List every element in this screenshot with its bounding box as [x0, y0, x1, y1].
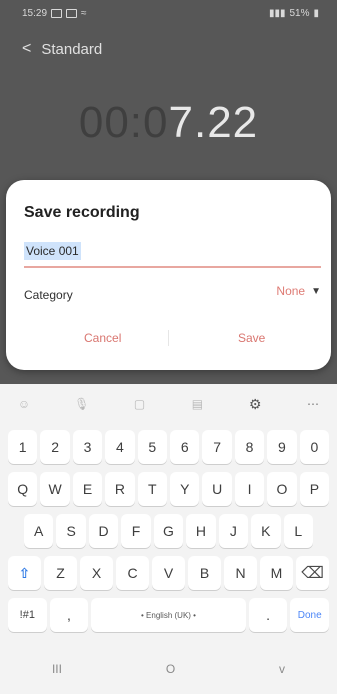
key-w[interactable]: W	[40, 472, 70, 506]
key-k[interactable]: K	[251, 514, 281, 548]
card-icon	[66, 9, 78, 18]
symbols-key[interactable]: !#1	[8, 598, 47, 632]
key-j[interactable]: J	[218, 514, 249, 548]
battery-icon: ▮	[313, 8, 319, 19]
key-5[interactable]: 5	[137, 430, 168, 464]
page-title: Standard	[41, 40, 103, 58]
keyboard-toolbar: ☺ 🎙 ▢ ▤ ⚙ ⋯	[0, 384, 337, 424]
app-header: < Standard	[22, 40, 102, 58]
status-bar: 15:29 ≈ ▮▮▮ 51% ▮	[0, 0, 337, 24]
recording-name-field[interactable]: Voice 001	[24, 238, 321, 268]
key-7[interactable]: 7	[202, 430, 232, 464]
recording-name-text: Voice 001	[24, 242, 81, 260]
comma-key[interactable]: ,	[49, 598, 89, 632]
emoji-icon[interactable]: ☺	[10, 390, 38, 418]
shift-key[interactable]: ⇧	[8, 556, 41, 590]
back-button[interactable]: <	[22, 40, 31, 58]
back-nav-button[interactable]: v	[279, 662, 285, 676]
recents-button[interactable]: III	[52, 662, 62, 676]
key-q[interactable]: Q	[8, 472, 38, 506]
key-o[interactable]: O	[267, 472, 297, 506]
done-key[interactable]: Done	[290, 598, 329, 632]
gear-icon[interactable]: ⚙	[241, 390, 269, 418]
more-icon[interactable]: ⋯	[299, 390, 327, 418]
key-u[interactable]: U	[202, 472, 232, 506]
key-v[interactable]: V	[152, 556, 185, 590]
key-g[interactable]: G	[153, 514, 184, 548]
system-nav-bar: III O v	[0, 644, 337, 694]
category-label: Category	[24, 288, 73, 302]
notification-icon: ≈	[81, 8, 87, 19]
status-left: 15:29 ≈	[22, 8, 87, 19]
key-h[interactable]: H	[186, 514, 216, 548]
key-b[interactable]: B	[188, 556, 221, 590]
key-3[interactable]: 3	[72, 430, 103, 464]
status-time: 15:29	[22, 8, 48, 19]
timer-display: 00:07.22	[0, 98, 337, 148]
home-button[interactable]: O	[166, 662, 175, 676]
backspace-icon: ⌫	[301, 565, 324, 582]
screen: 15:29 ≈ ▮▮▮ 51% ▮ < Standard 00:07.22 Sa…	[0, 0, 337, 694]
battery-text: 51%	[289, 8, 310, 19]
key-i[interactable]: I	[234, 472, 265, 506]
sticker-icon[interactable]: ▢	[126, 390, 154, 418]
period-key[interactable]: .	[248, 598, 288, 632]
cancel-button[interactable]: Cancel	[78, 330, 127, 346]
key-p[interactable]: P	[299, 472, 330, 506]
key-f[interactable]: F	[121, 514, 151, 548]
backspace-key[interactable]: ⌫	[296, 556, 329, 590]
voice-icon[interactable]: 🎙	[68, 390, 96, 418]
key-0[interactable]: 0	[299, 430, 330, 464]
key-m[interactable]: M	[260, 556, 293, 590]
key-d[interactable]: D	[88, 514, 119, 548]
key-l[interactable]: L	[283, 514, 313, 548]
clipboard-icon[interactable]: ▤	[183, 390, 211, 418]
key-t[interactable]: T	[137, 472, 168, 506]
asdf-row: A S D F G H J K L	[24, 514, 313, 548]
key-2[interactable]: 2	[40, 430, 70, 464]
key-x[interactable]: X	[80, 556, 113, 590]
save-button[interactable]: Save	[232, 330, 271, 346]
chevron-down-icon: ▼	[311, 285, 321, 297]
key-r[interactable]: R	[105, 472, 135, 506]
category-dropdown[interactable]: None ▼	[276, 284, 321, 298]
status-right: ▮▮▮ 51% ▮	[269, 8, 319, 19]
key-6[interactable]: 6	[170, 430, 200, 464]
key-z[interactable]: Z	[44, 556, 77, 590]
number-row: 1 2 3 4 5 6 7 8 9 0	[8, 430, 330, 464]
button-divider	[168, 330, 169, 346]
shift-icon: ⇧	[18, 564, 31, 581]
timer-dim-part: 00:0	[78, 98, 169, 147]
key-c[interactable]: C	[116, 556, 149, 590]
timer-bright-part: 7.22	[168, 98, 259, 147]
bottom-row: !#1 , • English (UK) • . Done	[8, 598, 329, 632]
key-n[interactable]: N	[224, 556, 257, 590]
key-e[interactable]: E	[72, 472, 103, 506]
gallery-icon	[51, 9, 63, 18]
key-4[interactable]: 4	[105, 430, 135, 464]
key-s[interactable]: S	[56, 514, 86, 548]
save-recording-dialog: Save recording Voice 001 Category None ▼…	[6, 180, 331, 370]
key-1[interactable]: 1	[8, 430, 38, 464]
zxcv-row: ⇧ Z X C V B N M ⌫	[8, 556, 329, 590]
dialog-title: Save recording	[24, 204, 140, 221]
space-key[interactable]: • English (UK) •	[91, 598, 246, 632]
key-8[interactable]: 8	[234, 430, 265, 464]
category-value: None	[276, 284, 306, 298]
key-a[interactable]: A	[24, 514, 54, 548]
keyboard: ☺ 🎙 ▢ ▤ ⚙ ⋯ 1 2 3 4 5 6 7 8 9 0 Q W E R …	[0, 384, 337, 694]
qwerty-row: Q W E R T Y U I O P	[8, 472, 330, 506]
key-y[interactable]: Y	[170, 472, 200, 506]
signal-icon: ▮▮▮	[268, 8, 286, 19]
key-9[interactable]: 9	[267, 430, 297, 464]
